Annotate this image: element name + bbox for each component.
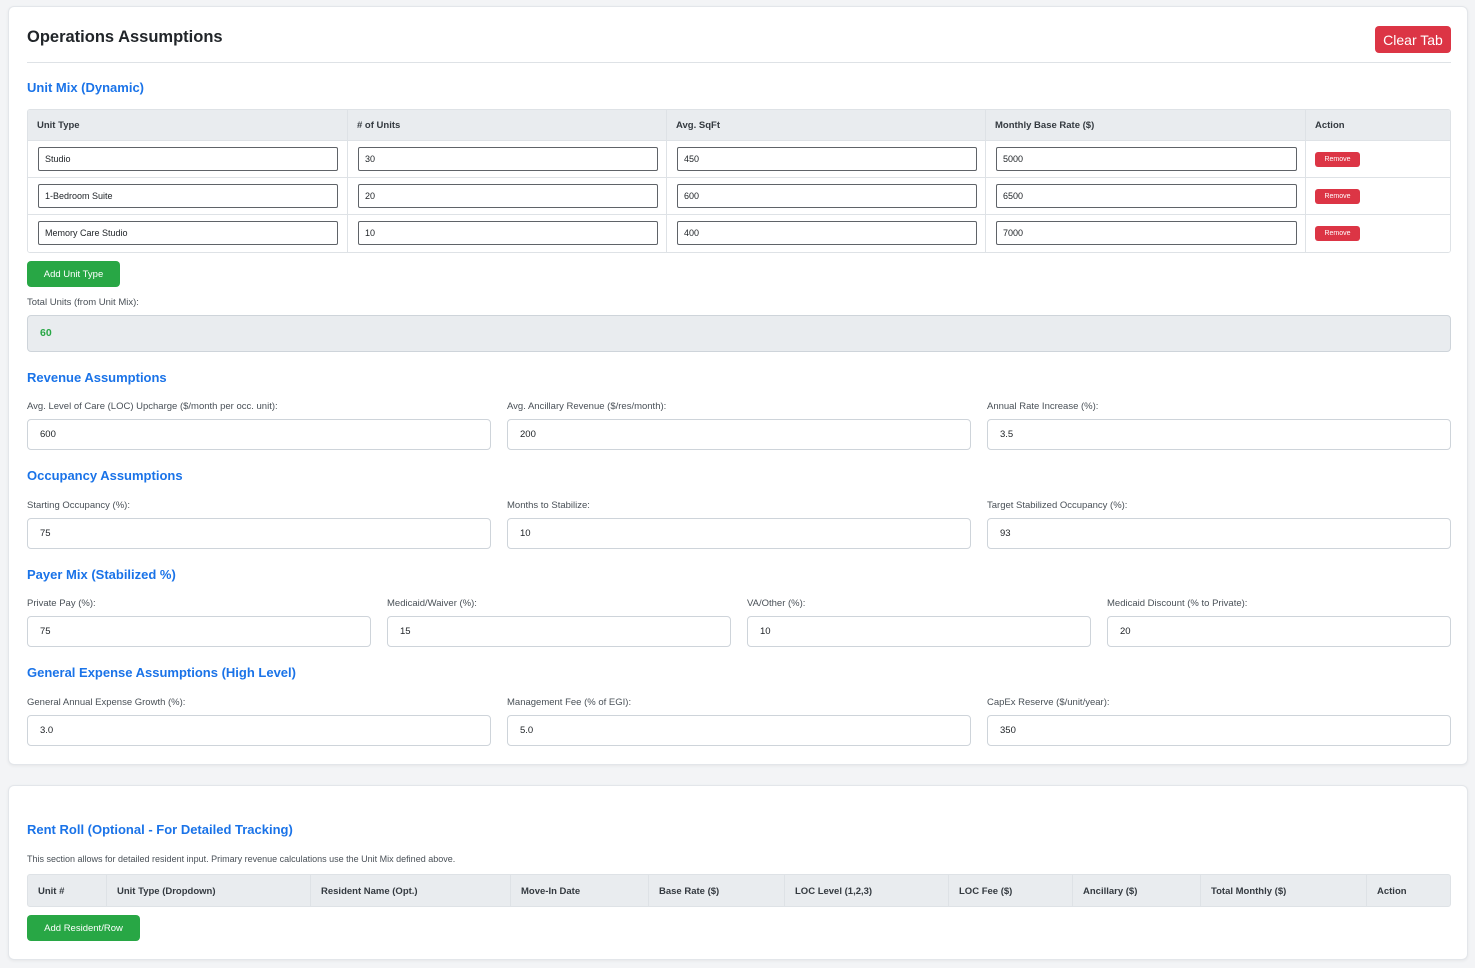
revenue-assumptions-title: Revenue Assumptions — [27, 370, 167, 385]
total-units-label: Total Units (from Unit Mix): — [27, 297, 139, 308]
unit-type-input[interactable]: Memory Care Studio — [38, 221, 338, 245]
capex-reserve-input[interactable]: 350 — [987, 715, 1451, 746]
header-unit-number: Unit # — [38, 886, 65, 897]
avg-sqft-input[interactable]: 600 — [677, 184, 977, 208]
rent-roll-card: Rent Roll (Optional - For Detailed Track… — [8, 785, 1468, 960]
rent-roll-title: Rent Roll (Optional - For Detailed Track… — [27, 822, 293, 837]
remove-button[interactable]: Remove — [1315, 226, 1360, 241]
header-unit-type: Unit Type — [37, 120, 80, 131]
operations-assumptions-card: Operations Assumptions Clear Tab Unit Mi… — [8, 6, 1468, 765]
header-num-units: # of Units — [357, 120, 401, 131]
target-stabilized-occupancy-label: Target Stabilized Occupancy (%): — [987, 500, 1128, 511]
header-unit-type-dropdown: Unit Type (Dropdown) — [117, 886, 216, 897]
remove-button[interactable]: Remove — [1315, 189, 1360, 204]
capex-reserve-label: CapEx Reserve ($/unit/year): — [987, 697, 1110, 708]
header-avg-sqft: Avg. SqFt — [676, 120, 720, 131]
header-loc-fee: LOC Fee ($) — [959, 886, 1013, 897]
rent-roll-table: Unit # Unit Type (Dropdown) Resident Nam… — [27, 874, 1451, 907]
add-resident-row-button[interactable]: Add Resident/Row — [27, 915, 140, 941]
medicaid-discount-label: Medicaid Discount (% to Private): — [1107, 598, 1248, 609]
expense-growth-input[interactable]: 3.0 — [27, 715, 491, 746]
num-units-input[interactable]: 10 — [358, 221, 658, 245]
general-expense-title: General Expense Assumptions (High Level) — [27, 665, 296, 680]
header-action: Action — [1315, 120, 1345, 131]
header-move-in-date: Move-In Date — [521, 886, 581, 897]
header-ancillary: Ancillary ($) — [1083, 886, 1138, 897]
table-row: 1-Bedroom Suite 20 600 6500 Remove — [28, 178, 1450, 215]
monthly-rate-input[interactable]: 5000 — [996, 147, 1297, 171]
target-stabilized-occupancy-input[interactable]: 93 — [987, 518, 1451, 549]
annual-rate-increase-label: Annual Rate Increase (%): — [987, 401, 1099, 412]
va-other-input[interactable]: 10 — [747, 616, 1091, 647]
avg-sqft-input[interactable]: 450 — [677, 147, 977, 171]
annual-rate-increase-input[interactable]: 3.5 — [987, 419, 1451, 450]
monthly-rate-input[interactable]: 7000 — [996, 221, 1297, 245]
ancillary-revenue-input[interactable]: 200 — [507, 419, 971, 450]
months-to-stabilize-label: Months to Stabilize: — [507, 500, 590, 511]
header-loc-level: LOC Level (1,2,3) — [795, 886, 873, 897]
occupancy-assumptions-title: Occupancy Assumptions — [27, 468, 183, 483]
header-monthly-base-rate: Monthly Base Rate ($) — [995, 120, 1095, 131]
payer-mix-title: Payer Mix (Stabilized %) — [27, 567, 176, 582]
management-fee-input[interactable]: 5.0 — [507, 715, 971, 746]
header-action: Action — [1377, 886, 1407, 897]
monthly-rate-input[interactable]: 6500 — [996, 184, 1297, 208]
num-units-input[interactable]: 30 — [358, 147, 658, 171]
title-divider — [27, 62, 1451, 63]
loc-upcharge-label: Avg. Level of Care (LOC) Upcharge ($/mon… — [27, 401, 278, 412]
avg-sqft-input[interactable]: 400 — [677, 221, 977, 245]
unit-mix-table: Unit Type # of Units Avg. SqFt Monthly B… — [27, 109, 1451, 253]
header-total-monthly: Total Monthly ($) — [1211, 886, 1287, 897]
unit-mix-header-row: Unit Type # of Units Avg. SqFt Monthly B… — [28, 110, 1450, 141]
total-units-value: 60 — [40, 327, 52, 339]
private-pay-input[interactable]: 75 — [27, 616, 371, 647]
medicaid-waiver-input[interactable]: 15 — [387, 616, 731, 647]
num-units-input[interactable]: 20 — [358, 184, 658, 208]
unit-mix-title: Unit Mix (Dynamic) — [27, 80, 145, 95]
table-row: Memory Care Studio 10 400 7000 Remove — [28, 215, 1450, 252]
header-base-rate: Base Rate ($) — [659, 886, 720, 897]
header-resident-name: Resident Name (Opt.) — [321, 886, 418, 897]
add-unit-type-button[interactable]: Add Unit Type — [27, 261, 120, 287]
starting-occupancy-input[interactable]: 75 — [27, 518, 491, 549]
starting-occupancy-label: Starting Occupancy (%): — [27, 500, 130, 511]
unit-type-input[interactable]: 1-Bedroom Suite — [38, 184, 338, 208]
clear-tab-button[interactable]: Clear Tab — [1375, 26, 1451, 53]
months-to-stabilize-input[interactable]: 10 — [507, 518, 971, 549]
page-title: Operations Assumptions — [27, 28, 223, 46]
private-pay-label: Private Pay (%): — [27, 598, 96, 609]
medicaid-discount-input[interactable]: 20 — [1107, 616, 1451, 647]
va-other-label: VA/Other (%): — [747, 598, 806, 609]
ancillary-revenue-label: Avg. Ancillary Revenue ($/res/month): — [507, 401, 667, 412]
rent-roll-note: This section allows for detailed residen… — [27, 854, 456, 864]
expense-growth-label: General Annual Expense Growth (%): — [27, 697, 186, 708]
loc-upcharge-input[interactable]: 600 — [27, 419, 491, 450]
medicaid-waiver-label: Medicaid/Waiver (%): — [387, 598, 477, 609]
table-row: Studio 30 450 5000 Remove — [28, 141, 1450, 178]
total-units-display: 60 — [27, 315, 1451, 352]
remove-button[interactable]: Remove — [1315, 152, 1360, 167]
management-fee-label: Management Fee (% of EGI): — [507, 697, 632, 708]
unit-type-input[interactable]: Studio — [38, 147, 338, 171]
